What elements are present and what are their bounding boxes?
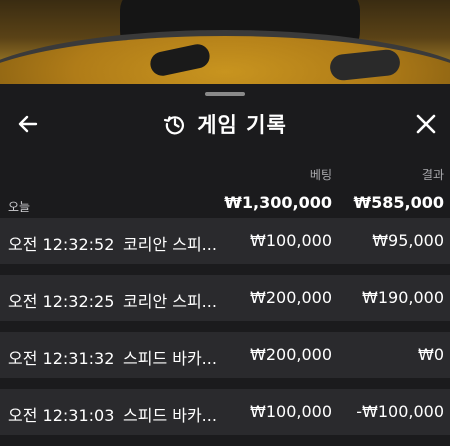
row-result-amount: -₩100,000 (356, 402, 444, 421)
sheet-drag-handle[interactable] (205, 92, 245, 96)
back-button[interactable] (12, 108, 44, 140)
summary-total-bet: ₩1,300,000 (224, 193, 332, 212)
row-result-amount: ₩95,000 (372, 231, 444, 250)
row-game-name: 코리안 스피... (123, 235, 217, 254)
result-column-header: 결과 (421, 168, 444, 182)
row-time: 오전 12:32:25 (8, 292, 115, 311)
bet-column-header: 베팅 (309, 168, 332, 182)
close-icon (416, 114, 436, 134)
row-time: 오전 12:31:03 (8, 406, 115, 425)
page-title: 게임 기록 (197, 113, 287, 137)
row-time: 오전 12:31:32 (8, 349, 115, 368)
close-button[interactable] (410, 108, 442, 140)
row-result-amount: ₩190,000 (362, 288, 444, 307)
arrow-left-icon (18, 115, 38, 133)
row-game-name: 코리안 스피... (123, 292, 217, 311)
history-list: 오전 12:32:52 코리안 스피... ₩100,000 ₩95,000 오… (0, 218, 450, 446)
history-row[interactable]: 오전 12:32:25 코리안 스피... ₩200,000 ₩190,000 (0, 275, 450, 321)
row-bet-amount: ₩200,000 (250, 345, 332, 364)
row-game-name: 스피드 바카... (123, 349, 217, 368)
daily-summary-row: 오늘 ₩1,300,000 ₩585,000 (0, 188, 450, 218)
row-bet-amount: ₩100,000 (250, 402, 332, 421)
row-time: 오전 12:32:52 (8, 235, 115, 254)
history-icon (164, 116, 185, 135)
history-row[interactable]: 오전 12:31:32 스피드 바카... ₩200,000 ₩0 (0, 332, 450, 378)
history-row[interactable]: 오전 12:32:52 코리안 스피... ₩100,000 ₩95,000 (0, 218, 450, 264)
row-bet-amount: ₩100,000 (250, 231, 332, 250)
live-video-feed (0, 0, 450, 84)
sheet-header: 게임 기록 (0, 102, 450, 146)
row-result-amount: ₩0 (418, 345, 444, 364)
row-game-name: 스피드 바카... (123, 406, 217, 425)
summary-total-result: ₩585,000 (353, 193, 444, 212)
history-row[interactable]: 오전 12:31:03 스피드 바카... ₩100,000 -₩100,000 (0, 389, 450, 435)
row-bet-amount: ₩200,000 (250, 288, 332, 307)
title-group: 게임 기록 (0, 102, 450, 146)
game-history-sheet: 게임 기록 베팅 결과 오늘 ₩1,300,000 ₩585,000 오전 12… (0, 84, 450, 435)
summary-date-label: 오늘 (8, 200, 31, 214)
